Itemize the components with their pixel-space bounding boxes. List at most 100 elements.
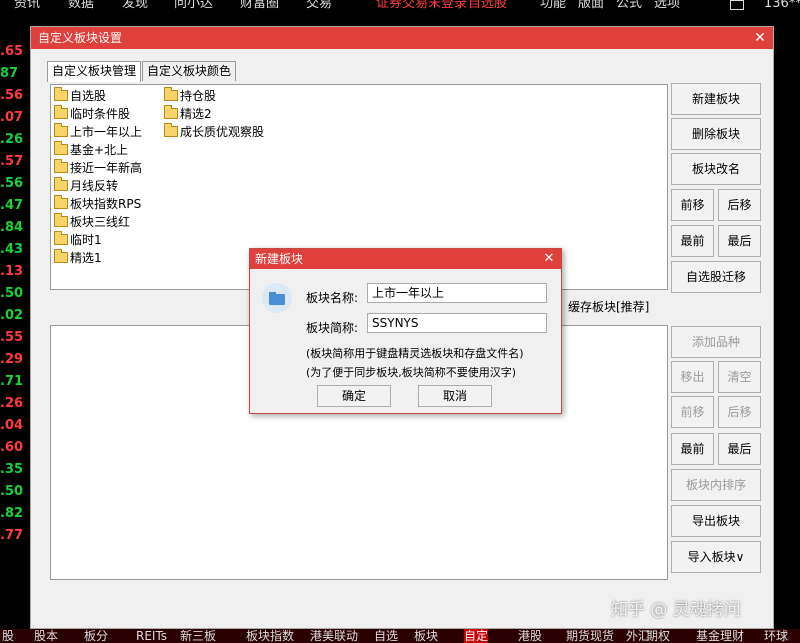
add-stock-button[interactable]: 添加品种 bbox=[671, 326, 761, 358]
bottom-tab[interactable]: 港美联动 bbox=[310, 629, 358, 643]
bottom-tab[interactable]: 港股 bbox=[518, 629, 542, 643]
price-cell: .71 bbox=[0, 374, 24, 389]
ok-button[interactable]: 确定 bbox=[317, 385, 391, 407]
price-cell: .82 bbox=[0, 506, 24, 521]
app-menubar: 资讯 数据 发现 问小达 财富圈 交易 证券交易未登录 自选股 功能 版面 公式… bbox=[0, 0, 800, 14]
bottom-tab[interactable]: 环球 bbox=[764, 629, 788, 643]
login-notice[interactable]: 证券交易未登录 bbox=[376, 0, 467, 10]
price-cell: .35 bbox=[0, 462, 24, 477]
bottom-tab[interactable]: 基金理财 bbox=[696, 629, 744, 643]
menu-item-formula[interactable]: 公式 bbox=[616, 0, 642, 10]
folder-icon bbox=[54, 141, 68, 155]
folder-icon bbox=[164, 123, 178, 137]
watchlist-link[interactable]: 自选股 bbox=[468, 0, 507, 10]
remove-stock-button[interactable]: 移出 bbox=[671, 361, 714, 393]
bottom-tab[interactable]: 股本 bbox=[34, 629, 58, 643]
screen: 资讯 数据 发现 问小达 财富圈 交易 证券交易未登录 自选股 功能 版面 公式… bbox=[0, 0, 800, 643]
window-close-icon[interactable]: ✕ bbox=[751, 29, 769, 47]
right-price-column bbox=[774, 14, 800, 629]
bottom-tab[interactable]: 股 bbox=[2, 629, 14, 643]
new-sector-dialog: 新建板块 ✕ 板块名称: 上市一年以上 板块简称: SSYNYS (板块简称用于… bbox=[249, 248, 562, 414]
menu-item-data[interactable]: 数据 bbox=[68, 0, 94, 10]
folder-icon bbox=[164, 87, 178, 101]
price-cell: .04 bbox=[0, 418, 24, 433]
dialog-close-icon[interactable]: ✕ bbox=[541, 250, 557, 268]
bottom-tab-active[interactable]: 自定 bbox=[464, 629, 489, 643]
import-sector-button[interactable]: 导入板块∨ bbox=[671, 541, 761, 573]
list-item[interactable]: 板块三线红 bbox=[54, 213, 130, 231]
migrate-watchlist-button[interactable]: 自选股迁移 bbox=[671, 261, 761, 293]
sector-name-input[interactable]: 上市一年以上 bbox=[367, 283, 547, 303]
list-item[interactable]: 持仓股 bbox=[164, 87, 216, 105]
folder-icon bbox=[54, 87, 68, 101]
price-cell: .65 bbox=[0, 44, 24, 59]
folder-icon bbox=[54, 213, 68, 227]
menu-item-xiaoda[interactable]: 问小达 bbox=[174, 0, 213, 10]
bottom-tab[interactable]: 期货现货 bbox=[566, 629, 614, 643]
list-item[interactable]: 接近一年新高 bbox=[54, 159, 142, 177]
hint-text-2: (为了便于同步板块,板块简称不要使用汉字) bbox=[306, 366, 517, 379]
list-item[interactable]: 成长质优观察股 bbox=[164, 123, 264, 141]
price-cell: .84 bbox=[0, 220, 24, 235]
menu-item-options[interactable]: 选项 bbox=[654, 0, 680, 10]
bottom-tab[interactable]: 新三板 bbox=[180, 629, 216, 643]
bottom-tab[interactable]: 板分 bbox=[84, 629, 108, 643]
list-item[interactable]: 基金+北上 bbox=[54, 141, 128, 159]
price-cell: .47 bbox=[0, 198, 24, 213]
sector-abbr-input[interactable]: SSYNYS bbox=[367, 313, 547, 333]
export-sector-button[interactable]: 导出板块 bbox=[671, 505, 761, 537]
stock-move-down-button[interactable]: 后移 bbox=[718, 396, 761, 428]
move-up-button[interactable]: 前移 bbox=[671, 189, 714, 221]
price-cell: .02 bbox=[0, 308, 24, 323]
list-item[interactable]: 精选2 bbox=[164, 105, 212, 123]
bottom-tab[interactable]: 板块指数 bbox=[246, 629, 294, 643]
move-last-button[interactable]: 最后 bbox=[718, 225, 761, 257]
tab-sector-management[interactable]: 自定义板块管理 bbox=[47, 61, 141, 82]
menu-item-trade[interactable]: 交易 bbox=[306, 0, 332, 10]
folder-icon bbox=[262, 283, 292, 313]
tab-sector-color[interactable]: 自定义板块颜色 bbox=[142, 61, 236, 81]
mail-icon[interactable] bbox=[730, 0, 744, 10]
folder-icon bbox=[54, 177, 68, 191]
sort-in-sector-button[interactable]: 板块内排序 bbox=[671, 469, 761, 501]
move-first-button[interactable]: 最前 bbox=[671, 225, 714, 257]
menu-item-discover[interactable]: 发现 bbox=[122, 0, 148, 10]
menu-item-wealth-circle[interactable]: 财富圈 bbox=[240, 0, 279, 10]
bottom-tab[interactable]: REITs bbox=[136, 629, 167, 643]
new-sector-button[interactable]: 新建板块 bbox=[671, 83, 761, 115]
menu-item-layout[interactable]: 版面 bbox=[578, 0, 604, 10]
list-item[interactable]: 板块指数RPS bbox=[54, 195, 141, 213]
delete-sector-button[interactable]: 删除板块 bbox=[671, 118, 761, 150]
price-cell: .50 bbox=[0, 286, 24, 301]
menu-item-function[interactable]: 功能 bbox=[540, 0, 566, 10]
list-item[interactable]: 自选股 bbox=[54, 87, 106, 105]
list-item[interactable]: 临时条件股 bbox=[54, 105, 130, 123]
bottom-tab[interactable]: 期权 bbox=[646, 629, 670, 643]
list-item[interactable]: 上市一年以上 bbox=[54, 123, 142, 141]
bottom-tab[interactable]: 自选 bbox=[374, 629, 398, 643]
list-item[interactable]: 月线反转 bbox=[54, 177, 118, 195]
bottom-tab[interactable]: 板块 bbox=[414, 629, 438, 643]
cancel-button[interactable]: 取消 bbox=[418, 385, 492, 407]
folder-icon bbox=[54, 231, 68, 245]
folder-icon bbox=[54, 123, 68, 137]
price-cell: .55 bbox=[0, 330, 24, 345]
price-cell: .50 bbox=[0, 484, 24, 499]
stock-move-first-button[interactable]: 最前 bbox=[671, 433, 714, 465]
stock-move-last-button[interactable]: 最后 bbox=[718, 433, 761, 465]
rename-sector-button[interactable]: 板块改名 bbox=[671, 153, 761, 185]
price-column: .65 87 .56 .07 .26 .57 .56 .47 .84 .43 .… bbox=[0, 14, 30, 629]
folder-icon bbox=[54, 105, 68, 119]
sector-abbr-label: 板块简称: bbox=[306, 321, 359, 335]
clear-button[interactable]: 清空 bbox=[718, 361, 761, 393]
cache-sector-label[interactable]: 缓存板块[推荐] bbox=[568, 298, 649, 315]
list-item[interactable]: 临时1 bbox=[54, 231, 102, 249]
list-item[interactable]: 精选1 bbox=[54, 249, 102, 267]
folder-icon bbox=[54, 159, 68, 173]
watermark: 知乎 @ 灵魂拷问 bbox=[611, 600, 741, 620]
move-down-button[interactable]: 后移 bbox=[718, 189, 761, 221]
stock-move-up-button[interactable]: 前移 bbox=[671, 396, 714, 428]
price-cell: .56 bbox=[0, 88, 24, 103]
menu-item-news[interactable]: 资讯 bbox=[14, 0, 40, 10]
app-bottom-bar: 股 股本 板分 REITs 新三板 板块指数 港美联动 自选 板块 自定 港股 … bbox=[0, 629, 800, 643]
